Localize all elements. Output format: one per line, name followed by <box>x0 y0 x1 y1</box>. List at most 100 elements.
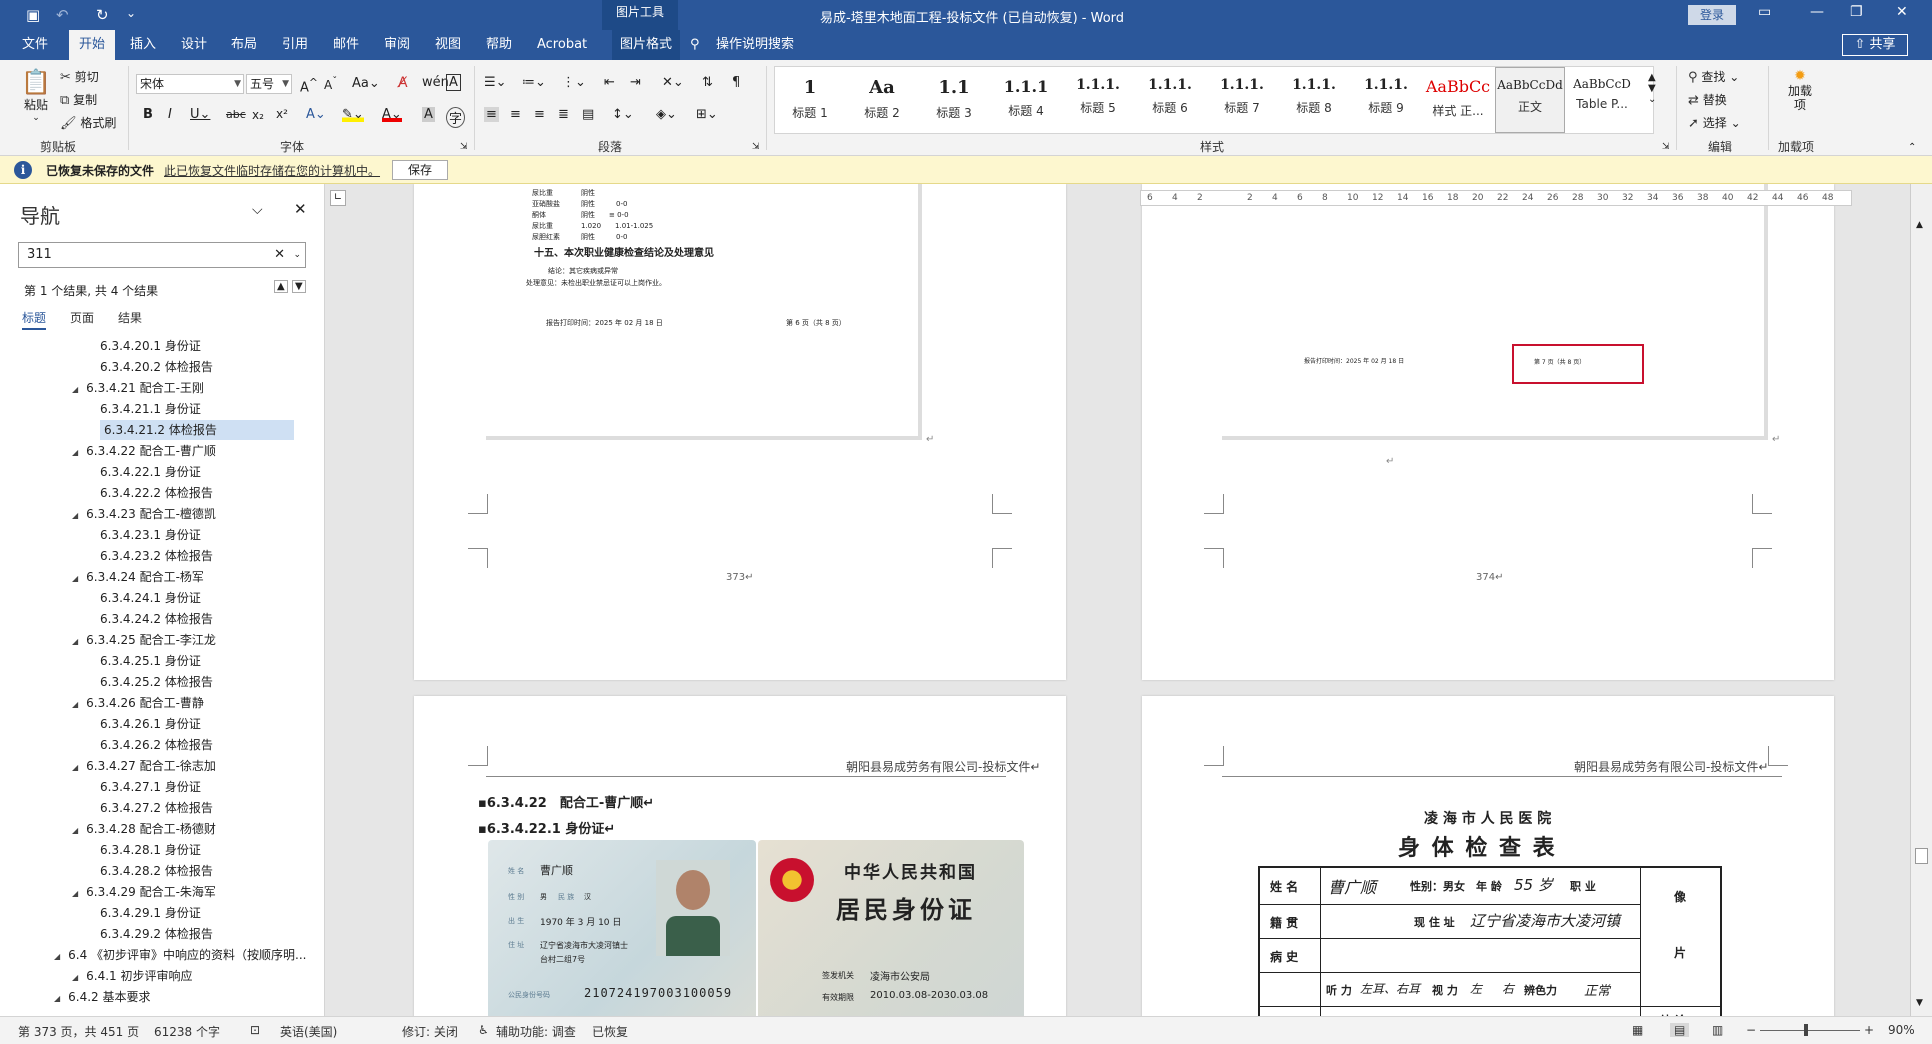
accessibility-icon[interactable]: ♿ <box>478 1023 489 1037</box>
collapse-triangle-icon[interactable]: ◢ <box>54 994 60 1003</box>
find-button[interactable]: ⚲ 查找 ⌄ <box>1688 68 1739 85</box>
redo-icon[interactable]: ↻ <box>96 6 109 24</box>
line-spacing-icon[interactable]: ↕⌄ <box>612 107 634 122</box>
nav-item[interactable]: 6.3.4.29.1 身份证 <box>100 903 201 923</box>
shading-icon[interactable]: ◈⌄ <box>656 107 677 122</box>
customize-qa-icon[interactable]: ⌄ <box>126 6 136 20</box>
tab-review[interactable]: 审阅 <box>384 30 410 60</box>
tell-me-search[interactable]: 操作说明搜索 <box>716 30 794 60</box>
tab-file[interactable]: 文件 <box>22 30 48 60</box>
login-button[interactable]: 登录 <box>1688 5 1736 25</box>
tab-selector-icon[interactable]: ∟ <box>330 190 346 206</box>
collapse-triangle-icon[interactable]: ◢ <box>72 763 78 772</box>
styles-scroll-icon[interactable]: ▲ ▼ ⌄ <box>1648 72 1656 105</box>
status-track-changes[interactable]: 修订: 关闭 <box>402 1023 458 1040</box>
justify-icon[interactable]: ≣ <box>558 107 569 122</box>
message-link[interactable]: 此已恢复文件临时存储在您的计算机中。 <box>164 162 380 179</box>
status-page[interactable]: 第 373 页，共 451 页 <box>18 1023 139 1040</box>
tab-insert[interactable]: 插入 <box>130 30 156 60</box>
style-heading-8[interactable]: 1.1.1. 标题 8 <box>1279 67 1349 133</box>
change-case-icon[interactable]: Aa⌄ <box>352 76 380 91</box>
nav-search-input[interactable]: 311 ✕ ⌄ <box>18 242 306 268</box>
zoom-slider-thumb[interactable] <box>1804 1024 1808 1036</box>
clear-search-icon[interactable]: ✕ <box>274 243 285 267</box>
styles-dialog-launcher-icon[interactable]: ⇲ <box>1662 142 1670 152</box>
tab-mailings[interactable]: 邮件 <box>333 30 359 60</box>
font-dialog-launcher-icon[interactable]: ⇲ <box>460 142 468 152</box>
nav-item[interactable]: 6.3.4.24.2 体检报告 <box>100 609 213 629</box>
zoom-slider[interactable] <box>1760 1030 1860 1031</box>
tab-design[interactable]: 设计 <box>181 30 207 60</box>
char-border-icon[interactable]: A <box>446 74 461 91</box>
borders-icon[interactable]: ⊞⌄ <box>696 107 718 122</box>
char-shading-icon[interactable]: A <box>422 107 435 122</box>
scroll-thumb[interactable] <box>1915 848 1928 864</box>
collapse-triangle-icon[interactable]: ◢ <box>72 574 78 583</box>
nav-item[interactable]: 6.3.4.26.2 体检报告 <box>100 735 213 755</box>
style-custom-normal[interactable]: AaBbCc 样式 正... <box>1423 67 1493 133</box>
style-heading-3[interactable]: 1.1 标题 3 <box>919 67 989 133</box>
nav-item[interactable]: 6.3.4.26.1 身份证 <box>100 714 201 734</box>
scroll-up-icon[interactable]: ▲ <box>1916 220 1923 230</box>
print-layout-icon[interactable]: ▤ <box>1670 1023 1690 1037</box>
nav-item[interactable]: ◢ 6.4 《初步评审》中响应的资料（按顺序明... <box>54 945 307 965</box>
copy-button[interactable]: ⧉ 复制 <box>60 91 97 108</box>
asian-layout-icon[interactable]: ✕⌄ <box>662 75 684 90</box>
prev-result-icon[interactable]: ▲ <box>274 280 288 293</box>
italic-icon[interactable]: I <box>168 107 172 122</box>
collapse-triangle-icon[interactable]: ◢ <box>72 700 78 709</box>
restore-icon[interactable]: ❐ <box>1850 4 1863 20</box>
focus-mode-icon[interactable]: ▦ <box>1632 1023 1643 1037</box>
collapse-triangle-icon[interactable]: ◢ <box>72 511 78 520</box>
style-table-paragraph[interactable]: AaBbCcD Table P... <box>1567 67 1637 133</box>
align-center-icon[interactable]: ≡ <box>510 107 521 122</box>
next-result-icon[interactable]: ▼ <box>292 280 306 293</box>
nav-tab-results[interactable]: 结果 <box>118 309 142 326</box>
font-name-combo[interactable]: 宋体 ▼ <box>136 74 244 94</box>
close-icon[interactable]: ✕ <box>1896 4 1908 20</box>
nav-item[interactable]: ◢ 6.3.4.23 配合工-檀德凯 <box>72 504 216 524</box>
style-heading-4[interactable]: 1.1.1 标题 4 <box>991 67 1061 133</box>
collapse-ribbon-icon[interactable]: ⌃ <box>1908 142 1916 153</box>
status-language[interactable]: 英语(美国) <box>280 1023 337 1040</box>
addins-button[interactable]: ✹ 加载项 <box>1782 68 1818 112</box>
superscript-icon[interactable]: x² <box>276 107 288 121</box>
nav-tab-headings[interactable]: 标题 <box>22 309 47 330</box>
zoom-in-icon[interactable]: + <box>1864 1023 1874 1037</box>
sort-icon[interactable]: ⇅ <box>702 75 713 90</box>
nav-item[interactable]: ◢ 6.4.1 初步评审响应 <box>72 966 193 986</box>
nav-item[interactable]: 6.3.4.23.1 身份证 <box>100 525 201 545</box>
collapse-triangle-icon[interactable]: ◢ <box>72 448 78 457</box>
phonetic-guide-icon[interactable]: wén <box>422 75 449 90</box>
nav-item[interactable]: 6.3.4.22.1 身份证 <box>100 462 201 482</box>
share-button[interactable]: ⇧ 共享 <box>1842 34 1908 56</box>
nav-item[interactable]: 6.3.4.29.2 体检报告 <box>100 924 213 944</box>
nav-item[interactable]: ◢ 6.3.4.22 配合工-曹广顺 <box>72 441 216 461</box>
nav-item[interactable]: 6.3.4.20.2 体检报告 <box>100 357 213 377</box>
search-options-icon[interactable]: ⌄ <box>293 243 301 267</box>
collapse-triangle-icon[interactable]: ◢ <box>72 889 78 898</box>
align-right-icon[interactable]: ≡ <box>534 107 545 122</box>
style-normal[interactable]: AaBbCcDd 正文 <box>1495 67 1565 133</box>
numbering-icon[interactable]: ≔⌄ <box>522 75 546 90</box>
cut-button[interactable]: ✂ 剪切 <box>60 68 99 85</box>
nav-item[interactable]: ◢ 6.3.4.29 配合工-朱海军 <box>72 882 216 902</box>
save-icon[interactable]: ▣ <box>26 6 40 24</box>
style-heading-1[interactable]: 1 标题 1 <box>775 67 845 133</box>
nav-item[interactable]: 6.3.4.27.1 身份证 <box>100 777 201 797</box>
collapse-triangle-icon[interactable]: ◢ <box>72 826 78 835</box>
tab-view[interactable]: 视图 <box>435 30 461 60</box>
nav-item[interactable]: 6.3.4.27.2 体检报告 <box>100 798 213 818</box>
collapse-triangle-icon[interactable]: ◢ <box>54 952 60 961</box>
font-color-icon[interactable]: A⌄ <box>382 107 402 122</box>
strikethrough-icon[interactable]: abc <box>226 108 246 121</box>
multilevel-list-icon[interactable]: ⋮⌄ <box>562 75 586 90</box>
nav-item[interactable]: ◢ 6.3.4.24 配合工-杨军 <box>72 567 204 587</box>
nav-item[interactable]: 6.3.4.23.2 体检报告 <box>100 546 213 566</box>
tab-help[interactable]: 帮助 <box>486 30 512 60</box>
bullets-icon[interactable]: ☰⌄ <box>484 75 507 90</box>
nav-item[interactable]: 6.3.4.24.1 身份证 <box>100 588 201 608</box>
format-painter-button[interactable]: 🖌 格式刷 <box>60 114 116 131</box>
style-heading-7[interactable]: 1.1.1. 标题 7 <box>1207 67 1277 133</box>
collapse-triangle-icon[interactable]: ◢ <box>72 637 78 646</box>
